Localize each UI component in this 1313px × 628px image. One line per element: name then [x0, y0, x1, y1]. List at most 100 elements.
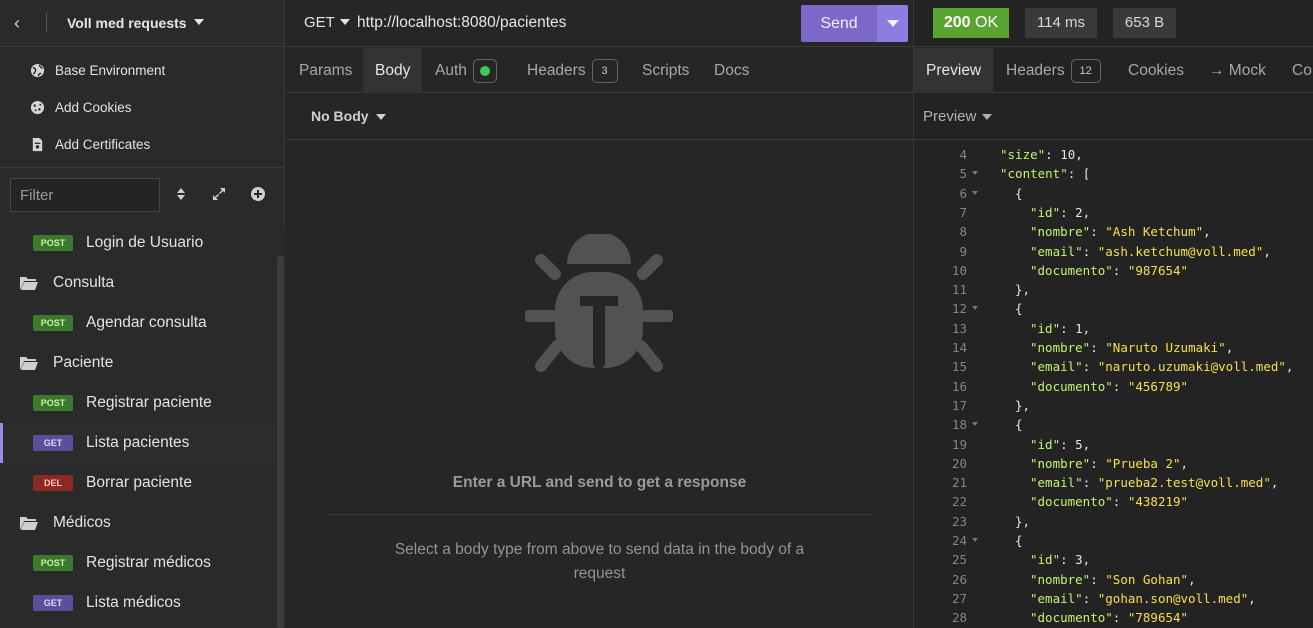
line-number: 9 [959, 243, 967, 259]
request-item[interactable]: POST Registrar paciente [0, 383, 276, 423]
request-label: Registrar médicos [86, 554, 211, 571]
folder-consulta[interactable]: Consulta [0, 263, 276, 303]
method-badge: POST [33, 555, 73, 571]
add-cookies-item[interactable]: Add Cookies [30, 96, 132, 118]
chevron-down-icon[interactable] [194, 19, 204, 25]
line-number: 21 [951, 475, 967, 491]
tab-scripts[interactable]: Scripts [630, 48, 701, 93]
json-punct: : [1112, 494, 1128, 510]
line-number: 19 [951, 436, 967, 452]
request-label: Borrar paciente [86, 474, 192, 491]
tab-params[interactable]: Params [287, 48, 364, 93]
request-item[interactable]: DEL Borrar paciente [0, 463, 276, 503]
tab-cookies[interactable]: Cookies [1116, 48, 1196, 93]
expand-icon[interactable] [210, 186, 228, 204]
json-punct: : [1082, 475, 1098, 491]
json-punct: { [1015, 185, 1023, 201]
chevron-down-icon[interactable] [340, 19, 350, 25]
json-key: "email" [1030, 243, 1083, 259]
json-key: "email" [1030, 475, 1083, 491]
json-key: "size" [1000, 147, 1046, 162]
body-type-select[interactable]: No Body [311, 108, 369, 124]
code-content: "nombre": "Naruto Uzumaki", [1030, 338, 1233, 357]
code-line: 26 "nombre": "Son Gohan", [914, 570, 1313, 589]
method-badge: POST [33, 395, 73, 411]
json-key: "nombre" [1030, 571, 1091, 587]
code-line: 14 "nombre": "Naruto Uzumaki", [914, 338, 1313, 357]
method-select[interactable]: GET [304, 14, 335, 31]
json-string: "789654" [1127, 610, 1189, 626]
json-punct: : [1112, 378, 1128, 394]
code-line: 4 "size": 10, [914, 145, 1313, 164]
sort-icon[interactable] [172, 186, 190, 204]
folder-m-dicos[interactable]: Médicos [0, 503, 276, 543]
tab-mock[interactable]: → Mock [1197, 48, 1278, 93]
fold-caret-icon[interactable] [972, 538, 978, 542]
line-number: 14 [951, 340, 967, 355]
add-cookies-label: Add Cookies [55, 99, 132, 115]
tab-auth[interactable]: Auth [423, 48, 509, 93]
request-item[interactable]: POST Registrar médicos [0, 543, 276, 583]
code-content: "size": 10, [1000, 145, 1083, 164]
empty-state-title: Enter a URL and send to get a response [452, 474, 747, 491]
request-item[interactable]: GET Lista médicos [0, 583, 276, 623]
tab-body[interactable]: Body [363, 48, 423, 93]
chevron-left-icon[interactable]: ‹ [14, 13, 34, 33]
json-punct: , [1203, 224, 1211, 240]
code-content: "nombre": "Prueba 2", [1030, 454, 1188, 473]
code-content: }, [1015, 280, 1030, 299]
base-environment-item[interactable]: Base Environment [30, 59, 165, 81]
code-content: }, [1015, 396, 1030, 415]
tab-preview[interactable]: Preview [914, 48, 994, 93]
request-item[interactable]: POST Agendar consulta [0, 303, 276, 343]
line-number: 28 [951, 610, 967, 626]
chevron-down-icon[interactable] [376, 114, 386, 120]
code-content: "content": [ [1000, 164, 1090, 183]
tab-docs[interactable]: Docs [702, 48, 761, 93]
filter-input[interactable]: Filter [10, 178, 160, 212]
preview-mode-select[interactable]: Preview [923, 108, 976, 125]
tab-headers[interactable]: Headers 3 [515, 48, 630, 93]
request-item[interactable]: POST Login de Usuario [0, 223, 276, 263]
tab-auth-label: Auth [435, 62, 467, 79]
json-punct: : [1082, 590, 1098, 606]
json-string: "prueba2.test@voll.med" [1097, 475, 1271, 491]
tab-console[interactable]: Co [1280, 48, 1312, 93]
project-title[interactable]: Voll med requests [67, 15, 187, 31]
chevron-down-icon [887, 20, 899, 27]
request-item[interactable]: GET Lista pacientes [0, 423, 276, 463]
scrollbar-thumb[interactable] [277, 256, 284, 628]
code-content: { [1015, 415, 1023, 434]
json-punct: , [1180, 455, 1189, 471]
tab-response-headers[interactable]: Headers 12 [994, 48, 1113, 93]
sort-arrows-icon [177, 188, 185, 200]
fold-caret-icon[interactable] [972, 190, 978, 195]
json-string: "gohan.son@voll.med" [1097, 590, 1249, 606]
add-certificates-item[interactable]: Add Certificates [30, 133, 150, 155]
code-line: 25 "id": 3, [914, 550, 1313, 569]
line-number: 18 [951, 417, 967, 433]
code-line: 16 "documento": "456789" [914, 377, 1313, 396]
line-number: 24 [951, 533, 967, 548]
fold-caret-icon[interactable] [972, 306, 978, 311]
line-number: 26 [951, 571, 967, 587]
fold-caret-icon[interactable] [972, 171, 978, 176]
fold-caret-icon[interactable] [972, 422, 978, 427]
send-button[interactable]: Send [801, 5, 877, 42]
code-line: 9 "email": "ash.ketchum@voll.med", [914, 242, 1313, 261]
tab-response-headers-label: Headers [1006, 62, 1065, 79]
line-number: 27 [951, 590, 967, 606]
response-body-viewer[interactable]: 4 "size": 10, 5 "content": [6{7 "id": 2, 8 "no… [914, 141, 1313, 628]
folder-paciente[interactable]: Paciente [0, 343, 276, 383]
send-options-button[interactable] [877, 5, 908, 42]
chevron-down-icon[interactable] [982, 114, 992, 120]
add-icon[interactable] [249, 186, 267, 204]
bug-icon [525, 234, 673, 372]
json-punct: : [1090, 224, 1106, 240]
json-punct: { [1015, 301, 1023, 317]
code-line: 24 { [914, 531, 1313, 550]
status-text: OK [975, 14, 999, 31]
json-key: "id" [1030, 552, 1061, 568]
url-input[interactable]: http://localhost:8080/pacientes [357, 14, 566, 32]
code-line: 17}, [914, 396, 1313, 415]
